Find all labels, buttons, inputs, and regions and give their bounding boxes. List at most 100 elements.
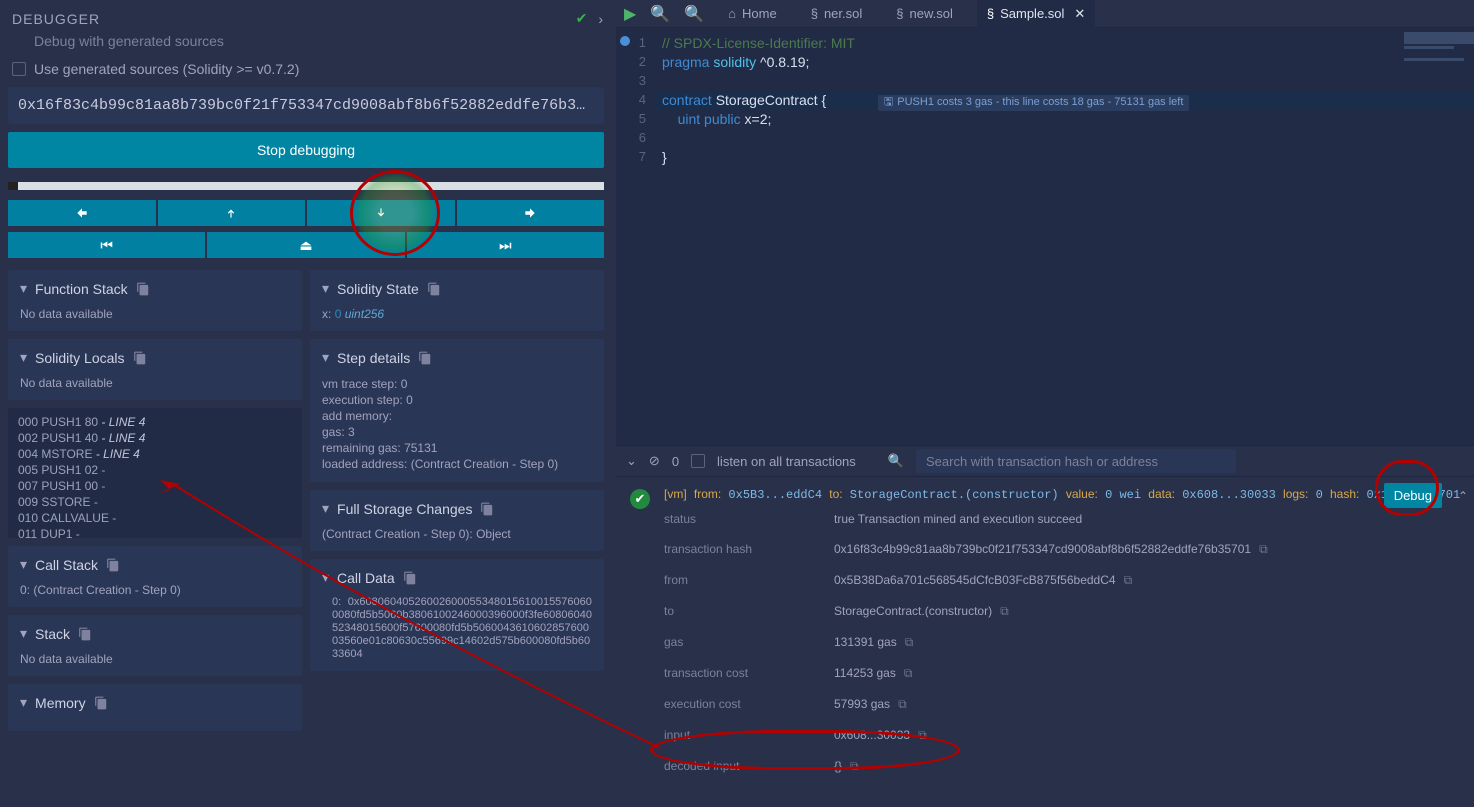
- jump-prev-button[interactable]: ⏮: [8, 232, 205, 258]
- editor-toolbar: ▶ 🔍 🔍 ⌂Home §ner.sol §new.sol §Sample.so…: [616, 0, 1474, 28]
- copy-icon[interactable]: ⧉: [1124, 573, 1133, 587]
- debugger-panel: DEBUGGER ✔ › Debug with generated source…: [0, 0, 612, 807]
- step-details-panel: ▾Step details vm trace step: 0 execution…: [310, 339, 604, 482]
- log-row-input: input0x608...30033⧉: [664, 720, 1462, 751]
- step-over-button[interactable]: [457, 200, 605, 226]
- code-content[interactable]: // SPDX-License-Identifier: MIT pragma s…: [656, 28, 1474, 445]
- copy-icon[interactable]: [106, 558, 120, 572]
- home-icon: ⌂: [728, 6, 736, 21]
- log-row-to: toStorageContract.(constructor)⧉: [664, 596, 1462, 627]
- copy-icon[interactable]: [480, 502, 494, 516]
- log-row-status: statustrue Transaction mined and executi…: [664, 504, 1462, 534]
- chevron-down-icon[interactable]: ▾: [20, 280, 27, 297]
- chevron-down-icon[interactable]: ▾: [20, 556, 27, 573]
- chevron-down-icon[interactable]: ▾: [322, 500, 329, 517]
- copy-icon[interactable]: ⧉: [850, 759, 859, 773]
- editor-area: ▶ 🔍 🔍 ⌂Home §ner.sol §new.sol §Sample.so…: [616, 0, 1474, 807]
- solidity-locals-panel: ▾Solidity Locals No data available: [8, 339, 302, 400]
- chevron-down-icon[interactable]: ▾: [20, 625, 27, 642]
- copy-icon[interactable]: [78, 627, 92, 641]
- pending-count: 0: [672, 454, 679, 469]
- call-stack-title: Call Stack: [35, 557, 98, 573]
- chevron-down-icon[interactable]: ▾: [322, 280, 329, 297]
- gas-icon: 🖫: [884, 93, 893, 112]
- copy-icon[interactable]: [133, 351, 147, 365]
- log-row-execcost: execution cost57993 gas⧉: [664, 689, 1462, 720]
- play-icon[interactable]: ▶: [624, 4, 636, 24]
- copy-icon[interactable]: [136, 282, 150, 296]
- tab-new[interactable]: §new.sol: [886, 0, 963, 28]
- minimap[interactable]: [1404, 32, 1474, 92]
- log-row-from: from0x5B38Da6a701c568545dCfcB03FcB875f56…: [664, 565, 1462, 596]
- copy-icon[interactable]: ⧉: [905, 635, 914, 649]
- debug-button[interactable]: Debug: [1384, 483, 1442, 508]
- log-row-txcost: transaction cost114253 gas⧉: [664, 658, 1462, 689]
- code-editor[interactable]: 1 2 3 4 5 6 7 // SPDX-License-Identifier…: [616, 28, 1474, 445]
- opcode-list[interactable]: 000 PUSH1 80 - LINE 4 002 PUSH1 40 - LIN…: [8, 408, 302, 538]
- use-generated-sources-label: Use generated sources (Solidity >= v0.7.…: [34, 61, 299, 77]
- copy-icon[interactable]: ⧉: [904, 666, 913, 680]
- call-data-title: Call Data: [337, 570, 395, 586]
- collapse-icon[interactable]: ⌃: [1458, 489, 1468, 503]
- debugger-subtitle: Debug with generated sources: [8, 33, 604, 57]
- breakpoint-glyph[interactable]: [620, 36, 630, 46]
- listen-label: listen on all transactions: [717, 454, 856, 469]
- opcode-row: 010 CALLVALUE -: [18, 510, 292, 526]
- stack-body: No data available: [20, 652, 290, 666]
- chevron-down-icon[interactable]: ▾: [322, 569, 329, 586]
- success-icon: ✔: [630, 489, 650, 509]
- solidity-state-title: Solidity State: [337, 281, 419, 297]
- ban-icon[interactable]: ⊘: [649, 453, 660, 469]
- copy-icon[interactable]: [403, 571, 417, 585]
- chevron-down-icon[interactable]: ▾: [20, 349, 27, 366]
- step-slider[interactable]: [8, 182, 604, 190]
- copy-icon[interactable]: [427, 282, 441, 296]
- search-icon[interactable]: 🔍: [888, 453, 904, 469]
- copy-icon[interactable]: ⧉: [1259, 542, 1268, 556]
- opcode-row: 011 DUP1 -: [18, 526, 292, 538]
- tab-ner[interactable]: §ner.sol: [801, 0, 873, 28]
- log-row-txhash: transaction hash0x16f83c4b99c81aa8b739bc…: [664, 534, 1462, 565]
- copy-icon[interactable]: ⧉: [918, 728, 927, 742]
- step-out-button[interactable]: [158, 200, 306, 226]
- stop-debugging-button[interactable]: Stop debugging: [8, 132, 604, 168]
- console-toolbar: ⌄ ⊘ 0 listen on all transactions 🔍: [616, 445, 1474, 477]
- copy-icon[interactable]: [418, 351, 432, 365]
- chevron-down-icon[interactable]: ▾: [20, 694, 27, 711]
- solidity-locals-body: No data available: [20, 376, 290, 390]
- use-generated-sources-row[interactable]: Use generated sources (Solidity >= v0.7.…: [8, 57, 604, 87]
- close-icon[interactable]: ✕: [1074, 6, 1085, 22]
- zoom-in-icon[interactable]: 🔍: [684, 4, 704, 24]
- zoom-out-icon[interactable]: 🔍: [650, 4, 670, 24]
- file-icon: §: [811, 6, 818, 21]
- console-output[interactable]: ✔ [vm] from: 0x5B3...eddC4 to: StorageCo…: [616, 477, 1474, 807]
- copy-icon[interactable]: ⧉: [898, 697, 907, 711]
- checkbox-icon[interactable]: [12, 62, 26, 76]
- tab-home[interactable]: ⌂Home: [718, 0, 787, 28]
- solidity-state-panel: ▾Solidity State x: 0 uint256: [310, 270, 604, 331]
- full-storage-title: Full Storage Changes: [337, 501, 472, 517]
- log-summary[interactable]: [vm] from: 0x5B3...eddC4 to: StorageCont…: [664, 485, 1462, 504]
- tab-sample[interactable]: §Sample.sol✕: [977, 0, 1095, 28]
- opcode-row: 000 PUSH1 80 - LINE 4: [18, 414, 292, 430]
- chevron-down-icon[interactable]: ▾: [322, 349, 329, 366]
- step-back-button[interactable]: [8, 200, 156, 226]
- step-into-button[interactable]: [307, 200, 455, 226]
- file-icon: §: [987, 6, 994, 21]
- chevron-down-icon[interactable]: ⌄: [626, 453, 637, 469]
- copy-icon[interactable]: ⧉: [1000, 604, 1009, 618]
- chevron-right-icon[interactable]: ›: [598, 11, 604, 27]
- debugger-title: DEBUGGER: [12, 11, 100, 27]
- file-icon: §: [896, 6, 903, 21]
- step-details-title: Step details: [337, 350, 410, 366]
- jump-out-button[interactable]: ⏏: [207, 232, 404, 258]
- console-search-input[interactable]: [916, 449, 1236, 473]
- call-stack-panel: ▾Call Stack 0: (Contract Creation - Step…: [8, 546, 302, 607]
- tx-hash-input[interactable]: 0x16f83c4b99c81aa8b739bc0f21f753347cd900…: [8, 87, 604, 124]
- copy-icon[interactable]: [94, 696, 108, 710]
- check-icon[interactable]: ✔: [576, 10, 589, 27]
- jump-next-button[interactable]: ⏭: [407, 232, 604, 258]
- function-stack-body: No data available: [20, 307, 290, 321]
- listen-checkbox[interactable]: [691, 454, 705, 468]
- memory-title: Memory: [35, 695, 86, 711]
